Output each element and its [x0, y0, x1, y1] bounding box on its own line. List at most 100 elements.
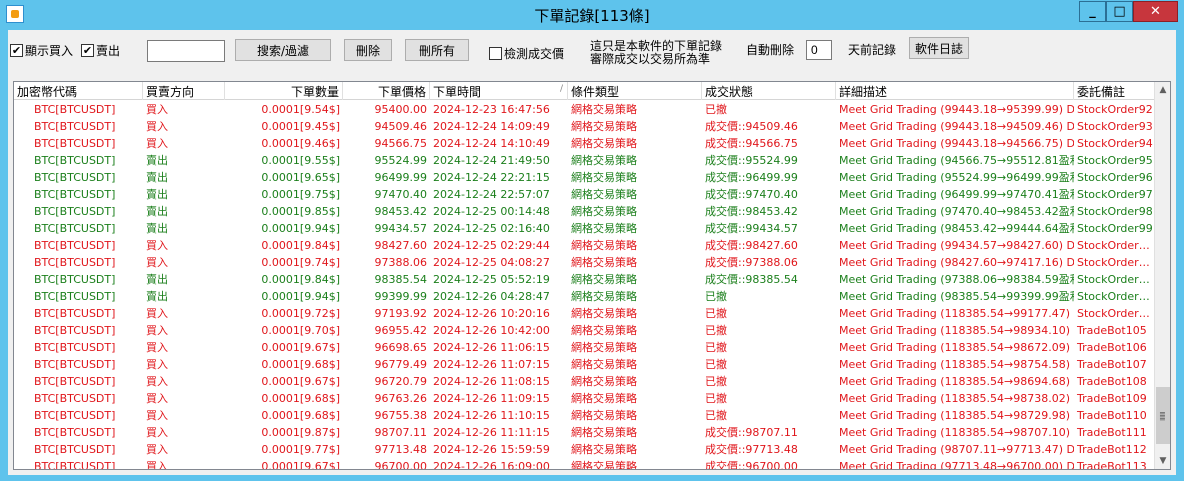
scroll-up-icon[interactable]: ▲ — [1155, 82, 1170, 98]
cell-status: 已撤 — [705, 290, 727, 303]
cell-quantity: 0.0001[9.94$] — [261, 222, 340, 235]
cell-condition: 網格交易策略 — [571, 188, 637, 201]
cell-condition: 網格交易策略 — [571, 409, 637, 422]
table-row[interactable]: BTC[BTCUSDT] 買入 0.0001[9.67$] 96700.00 2024-… — [14, 458, 1156, 470]
header-time[interactable]: 下單時間 / — [430, 82, 568, 100]
maximize-button[interactable]: □ — [1106, 1, 1133, 22]
table-row[interactable]: BTC[BTCUSDT] 買入 0.0001[9.67$] 96720.79 2024-… — [14, 373, 1156, 390]
cell-side: 買入 — [146, 409, 168, 422]
cell-time: 2024-12-26 10:42:00 — [433, 324, 550, 337]
header-description[interactable]: 詳細描述 — [836, 82, 1074, 100]
detect-fill-checkbox[interactable]: 檢測成交價 — [489, 45, 564, 62]
table-row[interactable]: BTC[BTCUSDT] 賣出 0.0001[9.94$] 99399.99 2024-… — [14, 288, 1156, 305]
software-log-button[interactable]: 軟件日誌 — [909, 37, 969, 59]
cell-time: 2024-12-26 11:11:15 — [433, 426, 550, 439]
vertical-scrollbar[interactable]: ▲ ═ ═ ═ ▼ — [1154, 82, 1170, 469]
cell-price: 97470.40 — [374, 188, 428, 201]
cell-price: 96698.65 — [374, 341, 428, 354]
cell-remark: TradeBot109 — [1077, 392, 1147, 405]
cell-symbol: BTC[BTCUSDT] — [34, 137, 116, 150]
cell-quantity: 0.0001[9.87$] — [261, 426, 340, 439]
close-button[interactable]: ✕ — [1133, 1, 1178, 22]
cell-time: 2024-12-25 00:14:48 — [433, 205, 550, 218]
table-row[interactable]: BTC[BTCUSDT] 賣出 0.0001[9.84$] 98385.54 2024-… — [14, 271, 1156, 288]
cell-price: 94566.75 — [374, 137, 428, 150]
cell-side: 買入 — [146, 120, 168, 133]
delete-button[interactable]: 刪除 — [344, 39, 392, 61]
cell-side: 買入 — [146, 392, 168, 405]
header-remark[interactable]: 委託備註 — [1074, 82, 1156, 100]
table-row[interactable]: BTC[BTCUSDT] 買入 0.0001[9.45$] 94509.46 2024-… — [14, 118, 1156, 135]
cell-condition: 網格交易策略 — [571, 239, 637, 252]
table-row[interactable]: BTC[BTCUSDT] 買入 0.0001[9.68$] 96779.49 2024-… — [14, 356, 1156, 373]
table-row[interactable]: BTC[BTCUSDT] 買入 0.0001[9.74$] 97388.06 2024-… — [14, 254, 1156, 271]
search-filter-button[interactable]: 搜索/過濾 — [235, 39, 331, 61]
table-row[interactable]: BTC[BTCUSDT] 賣出 0.0001[9.94$] 99434.57 2024-… — [14, 220, 1156, 237]
cell-status: 已撤 — [705, 324, 727, 337]
cell-status: 成交價::97388.06 — [705, 256, 798, 269]
table-row[interactable]: BTC[BTCUSDT] 賣出 0.0001[9.65$] 96499.99 2024-… — [14, 169, 1156, 186]
table-row[interactable]: BTC[BTCUSDT] 買入 0.0001[9.46$] 94566.75 2024-… — [14, 135, 1156, 152]
cell-quantity: 0.0001[9.70$] — [261, 324, 340, 337]
order-grid[interactable]: 加密幣代碼 買賣方向 下單數量 下單價格 下單時間 / 條件類型 成交狀態 詳細描… — [13, 81, 1171, 470]
cell-time: 2024-12-24 14:09:49 — [433, 120, 550, 133]
cell-condition: 網格交易策略 — [571, 341, 637, 354]
cell-side: 賣出 — [146, 171, 168, 184]
cell-status: 已撤 — [705, 392, 727, 405]
table-row[interactable]: BTC[BTCUSDT] 買入 0.0001[9.54$] 95400.00 2024-… — [14, 101, 1156, 118]
table-row[interactable]: BTC[BTCUSDT] 賣出 0.0001[9.75$] 97470.40 2024-… — [14, 186, 1156, 203]
cell-quantity: 0.0001[9.74$] — [261, 256, 340, 269]
delete-all-button[interactable]: 刪所有 — [405, 39, 469, 61]
cell-remark: StockOrder… — [1077, 273, 1150, 286]
cell-price: 98707.11 — [374, 426, 428, 439]
cell-condition: 網格交易策略 — [571, 171, 637, 184]
cell-side: 買入 — [146, 426, 168, 439]
show-buy-checkbox[interactable]: ✔ 顯示買入 — [10, 42, 73, 59]
cell-condition: 網格交易策略 — [571, 154, 637, 167]
table-row[interactable]: BTC[BTCUSDT] 買入 0.0001[9.70$] 96955.42 2024-… — [14, 322, 1156, 339]
header-price[interactable]: 下單價格 — [343, 82, 430, 100]
search-input[interactable] — [147, 40, 225, 62]
table-row[interactable]: BTC[BTCUSDT] 買入 0.0001[9.72$] 97193.92 2024-… — [14, 305, 1156, 322]
table-row[interactable]: BTC[BTCUSDT] 賣出 0.0001[9.55$] 95524.99 2024-… — [14, 152, 1156, 169]
grip-icon: ═ ═ ═ — [1160, 409, 1165, 424]
cell-description: Meet Grid Trading (96499.99→97470.41盈利:0… — [839, 188, 1074, 201]
auto-delete-days-input[interactable] — [806, 40, 832, 60]
minimize-button[interactable]: _ — [1079, 1, 1106, 22]
header-status[interactable]: 成交狀態 — [702, 82, 836, 100]
table-row[interactable]: BTC[BTCUSDT] 買入 0.0001[9.68$] 96755.38 2024-… — [14, 407, 1156, 424]
cell-quantity: 0.0001[9.67$] — [261, 460, 340, 470]
cell-status: 已撤 — [705, 341, 727, 354]
cell-status: 成交價::96499.99 — [705, 171, 798, 184]
window-client: ✔ 顯示買入 ✔ 賣出 搜索/過濾 刪除 刪所有 檢測成交價 這只是本軟件的下單… — [8, 30, 1176, 475]
cell-side: 賣出 — [146, 273, 168, 286]
cell-symbol: BTC[BTCUSDT] — [34, 256, 116, 269]
scroll-thumb[interactable]: ═ ═ ═ — [1156, 387, 1170, 444]
cell-symbol: BTC[BTCUSDT] — [34, 154, 116, 167]
table-row[interactable]: BTC[BTCUSDT] 買入 0.0001[9.84$] 98427.60 2024-… — [14, 237, 1156, 254]
table-row[interactable]: BTC[BTCUSDT] 買入 0.0001[9.77$] 97713.48 2024-… — [14, 441, 1156, 458]
cell-condition: 網格交易策略 — [571, 222, 637, 235]
cell-condition: 網格交易策略 — [571, 460, 637, 470]
cell-status: 已撤 — [705, 375, 727, 388]
cell-description: Meet Grid Trading (98453.42→99444.64盈利:0… — [839, 222, 1074, 235]
header-side[interactable]: 買賣方向 — [143, 82, 225, 100]
header-condition[interactable]: 條件類型 — [568, 82, 702, 100]
cell-time: 2024-12-26 11:09:15 — [433, 392, 550, 405]
cell-status: 成交價::96700.00 — [705, 460, 798, 470]
cell-condition: 網格交易策略 — [571, 358, 637, 371]
header-symbol[interactable]: 加密幣代碼 — [14, 82, 143, 100]
cell-quantity: 0.0001[9.65$] — [261, 171, 340, 184]
scroll-down-icon[interactable]: ▼ — [1155, 453, 1170, 469]
cell-status: 成交價::98427.60 — [705, 239, 798, 252]
cell-symbol: BTC[BTCUSDT] — [34, 171, 116, 184]
header-quantity[interactable]: 下單數量 — [225, 82, 343, 100]
cell-description: Meet Grid Trading (99443.18→95399.99) Dr… — [839, 103, 1074, 116]
table-row[interactable]: BTC[BTCUSDT] 買入 0.0001[9.68$] 96763.26 2024-… — [14, 390, 1156, 407]
show-sell-checkbox[interactable]: ✔ 賣出 — [81, 42, 120, 59]
cell-time: 2024-12-26 16:09:00 — [433, 460, 550, 470]
table-row[interactable]: BTC[BTCUSDT] 賣出 0.0001[9.85$] 98453.42 2024-… — [14, 203, 1156, 220]
table-row[interactable]: BTC[BTCUSDT] 買入 0.0001[9.87$] 98707.11 2024-… — [14, 424, 1156, 441]
cell-price: 96720.79 — [374, 375, 428, 388]
table-row[interactable]: BTC[BTCUSDT] 買入 0.0001[9.67$] 96698.65 2024-… — [14, 339, 1156, 356]
